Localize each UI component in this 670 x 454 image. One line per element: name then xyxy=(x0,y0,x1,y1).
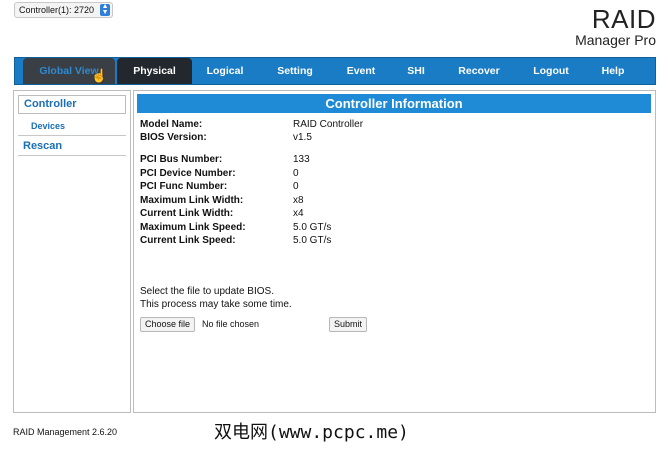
info-label: Model Name: xyxy=(140,119,203,130)
info-value: v1.5 xyxy=(293,132,312,143)
info-value: RAID Controller xyxy=(293,119,364,130)
watermark: 双电网(www.pcpc.me) xyxy=(214,422,409,443)
info-label: Current Link Speed: xyxy=(140,235,236,246)
controller-select-value: Controller(1): 2720 xyxy=(19,5,95,15)
updown-arrows-icon: ▲ ▼ xyxy=(100,3,111,16)
tab-help[interactable]: Help xyxy=(593,58,633,84)
hand-cursor-icon: ☝ xyxy=(91,68,108,83)
tab-event[interactable]: Event xyxy=(335,58,387,84)
choose-file-button[interactable]: Choose file xyxy=(140,317,196,332)
info-value: 0 xyxy=(293,168,299,179)
divider xyxy=(18,135,126,136)
info-value: 5.0 GT/s xyxy=(293,235,332,246)
info-value: x8 xyxy=(293,195,304,206)
controller-select[interactable]: Controller(1): 2720 ▲ ▼ xyxy=(14,2,114,18)
tab-shi[interactable]: SHI xyxy=(398,58,434,84)
info-label: PCI Bus Number: xyxy=(140,154,223,165)
sidebar-item-controller[interactable]: Controller xyxy=(18,95,126,114)
info-label: Maximum Link Width: xyxy=(140,195,244,206)
file-status: No file chosen xyxy=(202,319,260,329)
brand-logo: RAID Manager Pro xyxy=(575,4,656,48)
tab-setting[interactable]: Setting xyxy=(267,58,323,84)
sidebar-item-devices[interactable]: Devices xyxy=(31,121,65,131)
main-navigation: Global View Physical Logical Setting Eve… xyxy=(14,57,656,85)
info-value: x4 xyxy=(293,208,304,219)
tab-physical[interactable]: Physical xyxy=(117,58,192,84)
info-label: Current Link Width: xyxy=(140,208,234,219)
sidebar: Controller Devices Rescan xyxy=(13,90,131,413)
bios-update-note: Select the file to update BIOS. xyxy=(140,286,274,297)
info-value: 0 xyxy=(293,181,299,192)
bios-update-note: This process may take some time. xyxy=(140,299,292,310)
info-value: 5.0 GT/s xyxy=(293,222,332,233)
info-value: 133 xyxy=(293,154,310,165)
info-label: BIOS Version: xyxy=(140,132,207,143)
divider xyxy=(18,155,126,156)
version-footer: RAID Management 2.6.20 xyxy=(13,427,118,437)
panel-title: Controller Information xyxy=(137,94,651,113)
info-label: Maximum Link Speed: xyxy=(140,222,246,233)
main-panel: Controller Information Model Name: RAID … xyxy=(133,90,656,413)
brand-line2: Manager Pro xyxy=(575,32,656,48)
tab-logout[interactable]: Logout xyxy=(523,58,579,84)
info-label: PCI Device Number: xyxy=(140,168,236,179)
brand-line1: RAID xyxy=(591,4,656,34)
tab-logical[interactable]: Logical xyxy=(197,58,253,84)
info-label: PCI Func Number: xyxy=(140,181,228,192)
tab-recover[interactable]: Recover xyxy=(448,58,510,84)
sidebar-item-rescan[interactable]: Rescan xyxy=(23,140,62,152)
submit-button[interactable]: Submit xyxy=(329,317,368,332)
